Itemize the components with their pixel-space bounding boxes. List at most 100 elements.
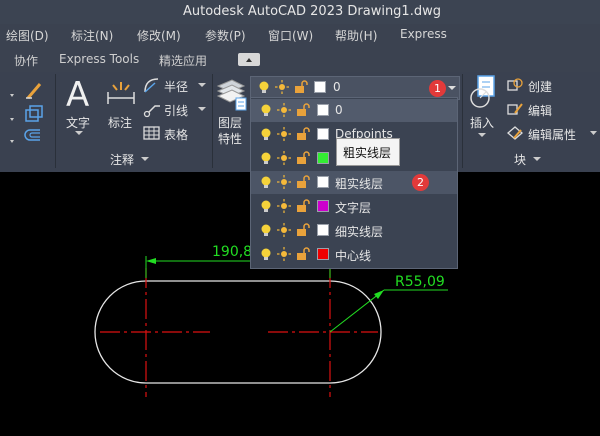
dropdown-arrow-icon[interactable]	[447, 85, 457, 91]
sun-icon[interactable]	[277, 223, 291, 237]
chevron-down-icon	[533, 157, 541, 161]
title-bar: Autodesk AutoCAD 2023 Drawing1.dwg	[0, 0, 600, 24]
insert-block-button[interactable]: 插入	[464, 74, 500, 150]
sun-icon[interactable]	[277, 127, 291, 141]
dimension-icon	[107, 82, 135, 104]
tab-express-tools[interactable]: Express Tools	[59, 52, 139, 66]
layer-color-swatch[interactable]	[317, 248, 329, 260]
sun-icon[interactable]	[277, 151, 291, 165]
unlock-icon[interactable]	[296, 103, 310, 117]
annotation-panel-bar[interactable]: 注释	[56, 150, 212, 168]
radius-label: 半径	[164, 80, 189, 94]
layer-name: 文字层	[335, 201, 372, 215]
layer-row[interactable]: 细实线层	[251, 219, 457, 242]
layer-color-swatch[interactable]	[317, 152, 329, 164]
layer-tooltip: 粗实线层	[336, 138, 400, 166]
lightbulb-icon[interactable]	[259, 151, 273, 165]
lightbulb-icon[interactable]	[259, 247, 273, 261]
triangle-up-icon	[246, 58, 252, 62]
tooltip-text: 粗实线层	[343, 146, 392, 160]
block-panel-label: 块	[514, 153, 527, 167]
lightbulb-icon[interactable]	[259, 223, 273, 237]
edit-block-button[interactable]: 编辑	[506, 100, 596, 120]
text-tool-button[interactable]: A 文字	[62, 74, 98, 135]
chevron-down-icon	[75, 131, 83, 135]
sun-icon[interactable]	[277, 199, 291, 213]
layer-properties-button[interactable]: 图层 特性	[214, 76, 248, 150]
layer-color-swatch[interactable]	[317, 104, 329, 116]
layers-icon	[216, 79, 247, 111]
unlock-icon[interactable]	[296, 175, 310, 189]
tab-featured-apps[interactable]: 精选应用	[159, 52, 207, 69]
unlock-icon	[295, 80, 308, 93]
layer-color-swatch[interactable]	[317, 176, 329, 188]
edit-block-icon	[507, 103, 523, 115]
layer-color-swatch[interactable]	[317, 200, 329, 212]
sun-icon[interactable]	[277, 103, 291, 117]
radius-arrow	[374, 290, 384, 299]
layer-row[interactable]: 0	[251, 99, 457, 122]
text-tool-label: 文字	[66, 116, 91, 130]
layer-name: 0	[335, 103, 343, 117]
radius-button[interactable]: 半径	[143, 76, 211, 96]
sun-icon	[275, 80, 289, 94]
current-layer-color	[314, 81, 326, 93]
centerlines[interactable]	[100, 268, 378, 397]
layer-name: 细实线层	[335, 225, 384, 239]
menu-modify[interactable]: 修改(M)	[137, 27, 181, 44]
chevron-down-icon	[590, 131, 597, 135]
unlock-icon[interactable]	[296, 127, 310, 141]
ribbon-tab-bar: 协作 Express Tools 精选应用	[0, 46, 600, 73]
sun-icon[interactable]	[277, 175, 291, 189]
sun-icon[interactable]	[277, 247, 291, 261]
lightbulb-icon	[259, 81, 269, 93]
unlock-icon[interactable]	[296, 199, 310, 213]
dimension-arrow-left	[146, 258, 156, 264]
menu-bar: 绘图(D) 标注(N) 修改(M) 参数(P) 窗口(W) 帮助(H) Expr…	[0, 24, 600, 46]
text-a-icon: A	[66, 75, 89, 115]
menu-help[interactable]: 帮助(H)	[335, 27, 377, 44]
unlock-icon[interactable]	[296, 151, 310, 165]
create-block-label: 创建	[528, 80, 553, 94]
unlock-icon[interactable]	[296, 247, 310, 261]
lightbulb-icon[interactable]	[259, 175, 273, 189]
layer-row[interactable]: 文字层	[251, 195, 457, 218]
step-badge-2: 2	[412, 174, 429, 191]
menu-dimension[interactable]: 标注(N)	[71, 27, 113, 44]
menu-draw[interactable]: 绘图(D)	[6, 27, 49, 44]
block-panel-bar[interactable]: 块	[500, 150, 560, 168]
leader-button[interactable]: 引线	[143, 100, 211, 120]
create-block-button[interactable]: 创建	[506, 76, 596, 96]
unlock-icon[interactable]	[296, 223, 310, 237]
table-label: 表格	[164, 128, 189, 142]
layer-color-swatch[interactable]	[317, 224, 329, 236]
chevron-down-icon	[198, 107, 206, 111]
dimension-tool-button[interactable]: 标注	[104, 76, 138, 134]
layer-row[interactable]: 中心线	[251, 243, 457, 266]
radius-dimension-text: R55,09	[395, 274, 445, 290]
edit-block-label: 编辑	[528, 104, 553, 118]
menu-window[interactable]: 窗口(W)	[268, 27, 313, 44]
leader-icon	[143, 105, 160, 118]
ribbon-minimize-button[interactable]	[238, 53, 260, 66]
tab-collaborate[interactable]: 协作	[14, 52, 38, 69]
lightbulb-icon[interactable]	[259, 127, 273, 141]
edit-attribute-label: 编辑属性	[528, 128, 577, 142]
layer-color-swatch[interactable]	[317, 128, 329, 140]
dimension-tool-label: 标注	[108, 116, 133, 130]
left-tool-icons[interactable]	[2, 78, 46, 148]
linear-dimension-text: 190,8	[212, 244, 252, 260]
layer-name: 粗实线层	[335, 177, 384, 191]
menu-express[interactable]: Express	[400, 27, 447, 41]
annotation-panel-label: 注释	[110, 153, 135, 167]
layer-props-label-1: 图层	[218, 116, 243, 130]
layer-name: 中心线	[335, 249, 372, 263]
lightbulb-icon[interactable]	[259, 103, 273, 117]
lightbulb-icon[interactable]	[259, 199, 273, 213]
chevron-down-icon	[478, 133, 486, 137]
radius-icon	[144, 78, 159, 93]
table-button[interactable]: 表格	[143, 124, 211, 144]
menu-parametric[interactable]: 参数(P)	[205, 27, 246, 44]
edit-attribute-button[interactable]: 编辑属性	[506, 124, 598, 144]
insert-icon	[470, 75, 495, 108]
